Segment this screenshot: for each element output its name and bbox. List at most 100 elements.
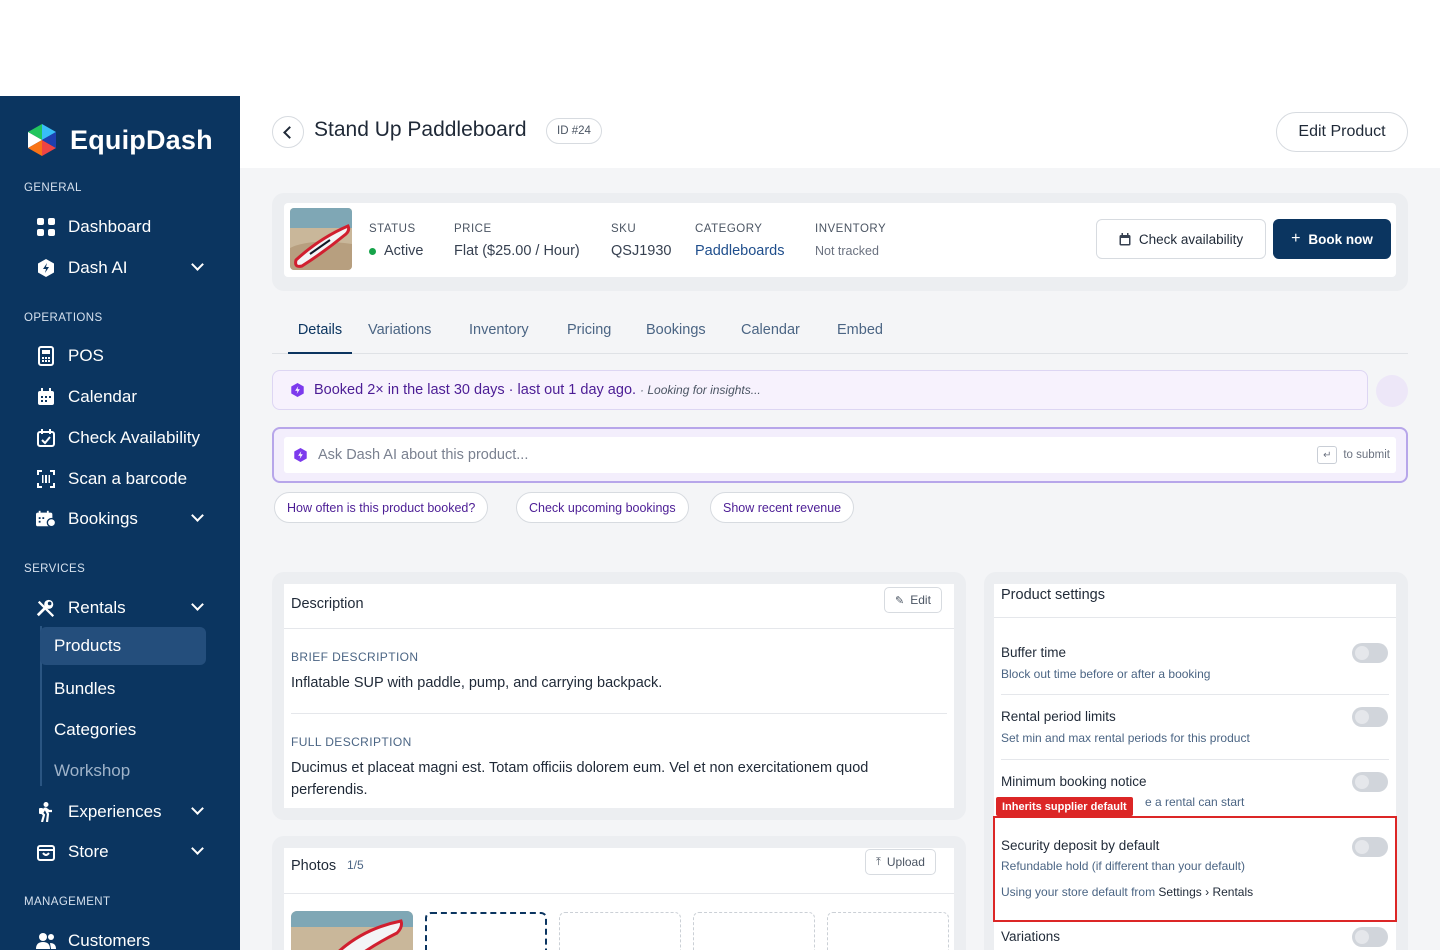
logo[interactable]: EquipDash <box>24 122 213 158</box>
top-blank-band <box>0 0 1440 96</box>
sidebar-item-bookings[interactable]: Bookings <box>36 502 216 536</box>
minimum-booking-notice-toggle[interactable] <box>1352 772 1388 792</box>
chevron-down-icon <box>191 509 204 522</box>
divider <box>1001 694 1389 695</box>
sidebar-item-calendar[interactable]: Calendar <box>36 380 216 414</box>
calendar-icon <box>36 387 56 407</box>
category-link[interactable]: Paddleboards <box>695 243 785 259</box>
pos-icon <box>36 346 56 366</box>
category-label: CATEGORY <box>695 223 763 235</box>
sidebar-item-rentals[interactable]: Rentals <box>36 591 216 625</box>
check-availability-button[interactable]: Check availability <box>1096 219 1266 259</box>
suggestion-chip-booked-frequency[interactable]: How often is this product booked? <box>274 492 489 523</box>
sidebar-item-check-availability[interactable]: Check Availability <box>36 421 216 455</box>
customers-icon <box>36 931 56 950</box>
buffer-time-desc: Block out time before or after a booking <box>1001 667 1211 681</box>
ask-dash-ai-box: ↵ to submit <box>272 427 1408 483</box>
photo-slot-selected[interactable] <box>425 912 547 950</box>
buffer-time-toggle[interactable] <box>1352 643 1388 663</box>
divider <box>1001 759 1389 760</box>
chevron-down-icon <box>191 598 204 611</box>
sku-label: SKU <box>611 223 637 235</box>
variations-toggle[interactable] <box>1352 927 1388 947</box>
suggestion-chip-upcoming-bookings[interactable]: Check upcoming bookings <box>516 492 689 523</box>
rental-period-limits-name: Rental period limits <box>1001 709 1116 724</box>
sidebar-subitem-categories[interactable]: Categories <box>40 711 206 749</box>
insight-action-button[interactable] <box>1376 375 1408 407</box>
chevron-down-icon <box>191 258 204 271</box>
chevron-left-icon <box>283 125 296 139</box>
rental-period-limits-toggle[interactable] <box>1352 707 1388 727</box>
upload-photo-button[interactable]: ⤒ Upload <box>865 849 936 875</box>
sidebar-item-label: Rentals <box>68 598 126 617</box>
edit-description-button[interactable]: ✎ Edit <box>884 587 942 613</box>
product-thumbnail[interactable] <box>290 208 352 270</box>
price-field: PRICE Flat ($25.00 / Hour) <box>454 223 580 259</box>
sidebar-item-label: Bookings <box>68 509 138 528</box>
tab-inventory[interactable]: Inventory <box>469 312 529 354</box>
sidebar-item-customers[interactable]: Customers <box>36 924 216 950</box>
dash-ai-icon <box>36 258 56 278</box>
divider <box>994 617 1396 618</box>
sidebar-subitem-products[interactable]: Products <box>40 627 206 665</box>
ask-dash-ai-input[interactable] <box>284 437 1318 473</box>
product-summary-panel: STATUS Active PRICE Flat ($25.00 / Hour)… <box>284 203 1396 277</box>
photo-slot-empty[interactable] <box>559 912 681 950</box>
product-tabs: Details Variations Inventory Pricing Boo… <box>272 312 1408 354</box>
description-panel: Description ✎ Edit BRIEF DESCRIPTION Inf… <box>284 584 954 808</box>
calendar-icon <box>1119 232 1131 245</box>
barcode-scan-icon <box>36 469 56 489</box>
minimum-booking-notice-desc: e a rental can start <box>1145 795 1245 809</box>
tab-pricing[interactable]: Pricing <box>567 312 611 354</box>
page-title: Stand Up Paddleboard <box>314 118 527 141</box>
product-photo[interactable] <box>291 911 413 950</box>
photos-count: 1/5 <box>347 858 364 872</box>
sku-value: QSJ1930 <box>611 243 672 259</box>
section-operations: OPERATIONS <box>24 312 103 324</box>
status-dot-icon <box>369 247 376 255</box>
status-label: STATUS <box>369 223 416 235</box>
sidebar-subitem-workshop[interactable]: Workshop <box>40 752 206 790</box>
product-id-badge: ID #24 <box>546 118 602 144</box>
insight-text: Booked 2× in the last 30 days · last out… <box>314 382 637 398</box>
tab-bookings[interactable]: Bookings <box>646 312 706 354</box>
section-management: MANAGEMENT <box>24 896 111 908</box>
app-name: EquipDash <box>70 124 213 155</box>
product-summary-card: STATUS Active PRICE Flat ($25.00 / Hour)… <box>272 193 1408 291</box>
variations-setting-name: Variations <box>1001 929 1061 944</box>
sidebar-item-label: Store <box>68 842 109 861</box>
sidebar-item-store[interactable]: Store <box>36 835 216 869</box>
tab-variations[interactable]: Variations <box>368 312 431 354</box>
suggestion-chip-recent-revenue[interactable]: Show recent revenue <box>710 492 855 523</box>
plus-icon: + <box>1291 230 1301 247</box>
section-services: SERVICES <box>24 563 86 575</box>
edit-product-button[interactable]: Edit Product <box>1276 112 1408 152</box>
submit-hint: to submit <box>1343 449 1390 461</box>
minimum-booking-notice-name: Minimum booking notice <box>1001 774 1147 789</box>
photo-slot-empty[interactable] <box>693 912 815 950</box>
sidebar-subitem-bundles[interactable]: Bundles <box>40 670 206 708</box>
photo-slot-empty[interactable] <box>827 912 949 950</box>
sidebar-item-scan-barcode[interactable]: Scan a barcode <box>36 462 216 496</box>
brief-description-label: BRIEF DESCRIPTION <box>291 650 419 664</box>
buffer-time-name: Buffer time <box>1001 645 1067 660</box>
tab-details[interactable]: Details <box>288 312 352 354</box>
price-label: PRICE <box>454 223 492 235</box>
sidebar-item-experiences[interactable]: Experiences <box>36 795 216 829</box>
dash-ai-icon <box>294 448 307 462</box>
price-value: Flat ($25.00 / Hour) <box>454 243 580 259</box>
divider <box>291 713 947 714</box>
sidebar: EquipDash GENERAL Dashboard Dash AI OPER… <box>0 96 240 950</box>
sidebar-item-label: Dashboard <box>68 217 152 236</box>
equipdash-logo-icon <box>28 124 56 156</box>
sidebar-item-dashboard[interactable]: Dashboard <box>36 210 216 244</box>
status-field: STATUS Active <box>369 223 424 259</box>
dashboard-icon <box>36 217 56 237</box>
back-button[interactable] <box>272 116 304 148</box>
sidebar-item-pos[interactable]: POS <box>36 339 216 373</box>
book-now-button[interactable]: + Book now <box>1273 219 1391 259</box>
sidebar-item-dash-ai[interactable]: Dash AI <box>36 251 216 285</box>
tab-embed[interactable]: Embed <box>837 312 883 354</box>
divider <box>284 893 954 894</box>
tab-calendar[interactable]: Calendar <box>741 312 800 354</box>
